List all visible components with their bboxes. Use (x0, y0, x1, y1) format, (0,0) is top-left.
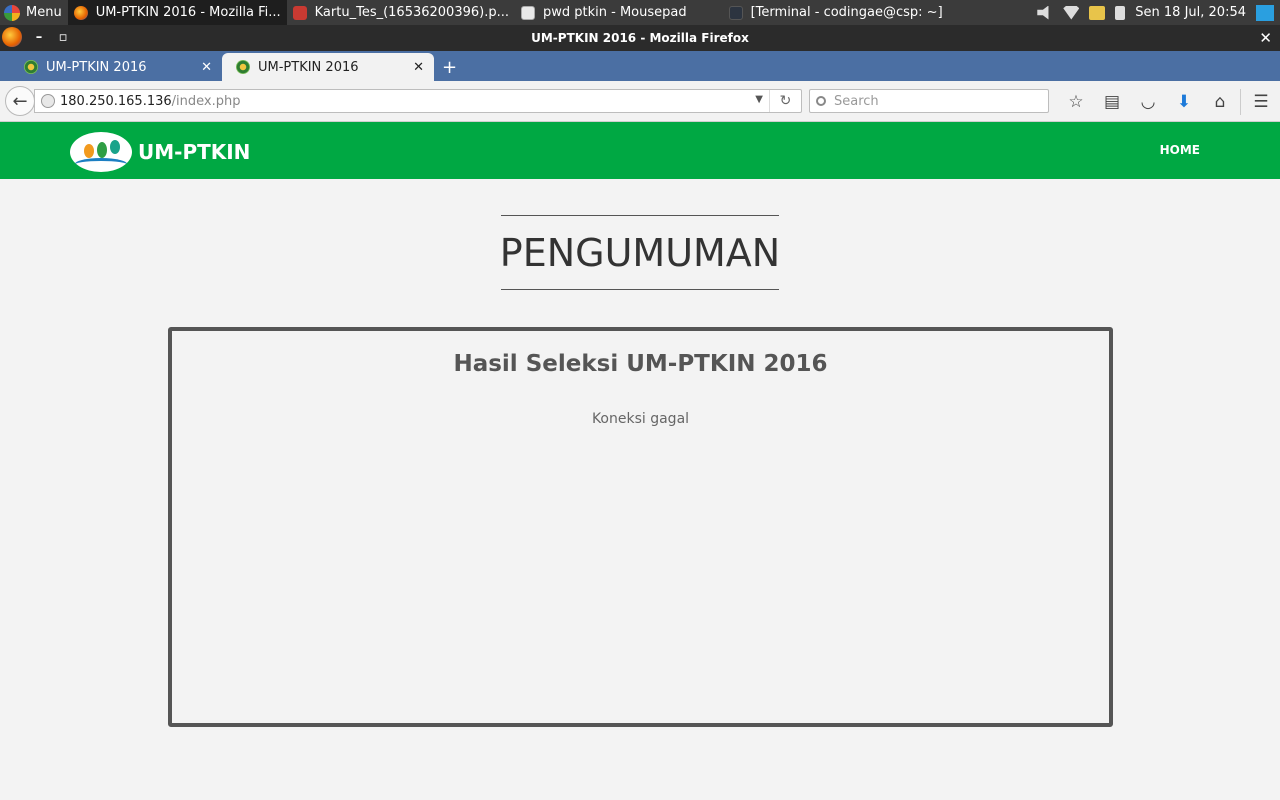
tab-um-ptkin-1[interactable]: UM-PTKIN 2016 ✕ (10, 53, 222, 81)
folder-icon[interactable] (1089, 5, 1106, 20)
minimize-icon[interactable]: – (32, 30, 46, 45)
firefox-icon[interactable] (2, 27, 22, 47)
result-panel: Hasil Seleksi UM-PTKIN 2016 Koneksi gaga… (168, 327, 1113, 727)
reload-icon[interactable]: ↻ (769, 90, 801, 112)
tab-label: UM-PTKIN 2016 (46, 59, 147, 75)
bookmark-star-icon[interactable]: ☆ (1058, 81, 1094, 122)
chevron-down-icon[interactable]: ▼ (755, 94, 763, 105)
site-logo-icon (70, 132, 132, 172)
window-titlebar: – ▫ UM-PTKIN 2016 - Mozilla Firefox ✕ (0, 25, 1280, 51)
maximize-icon[interactable]: ▫ (56, 30, 70, 45)
pdf-icon (292, 5, 307, 20)
search-input[interactable]: Search (809, 89, 1049, 113)
taskbar-item-mousepad[interactable]: pwd ptkin - Mousepad (515, 0, 693, 25)
brand-link[interactable]: UM-PTKIN (70, 132, 250, 172)
globe-icon (41, 94, 55, 108)
system-tray: Sen 18 Jul, 20:54 (1037, 0, 1280, 25)
nav-toolbar: 180.250.165.136/index.php ▼ ↻ ← Search ☆… (0, 81, 1280, 122)
taskbar-item-label: Kartu_Tes_(16536200396).p... (314, 5, 509, 20)
clock[interactable]: Sen 18 Jul, 20:54 (1135, 5, 1246, 20)
firefox-icon (73, 5, 88, 20)
site-header: UM-PTKIN HOME (0, 122, 1280, 179)
brand-name: UM-PTKIN (138, 140, 251, 164)
mousepad-icon (521, 5, 535, 20)
taskbar-item-firefox[interactable]: UM-PTKIN 2016 - Mozilla Fi... (67, 0, 287, 25)
search-placeholder: Search (834, 93, 879, 109)
toolbar-separator (1240, 88, 1241, 115)
taskbar-item-label: pwd ptkin - Mousepad (543, 5, 687, 20)
wifi-icon[interactable] (1063, 5, 1080, 20)
url-bar[interactable]: 180.250.165.136/index.php ▼ ↻ (34, 89, 802, 113)
panel-title: Hasil Seleksi UM-PTKIN 2016 (453, 351, 828, 377)
tab-close-icon[interactable]: ✕ (201, 60, 212, 75)
tab-close-icon[interactable]: ✕ (413, 60, 424, 75)
close-icon[interactable]: ✕ (1259, 29, 1272, 47)
new-tab-icon[interactable]: + (442, 53, 457, 81)
status-message: Koneksi gagal (591, 411, 690, 427)
workspace-icon[interactable] (1256, 4, 1274, 21)
home-icon[interactable]: ⌂ (1202, 81, 1238, 122)
arrow-left-icon: ← (12, 90, 28, 112)
nav-home-link[interactable]: HOME (1160, 143, 1200, 157)
search-icon (816, 96, 826, 106)
menu-label: Menu (26, 5, 62, 20)
taskbar-item-label: UM-PTKIN 2016 - Mozilla Fi... (95, 5, 281, 20)
favicon-icon (236, 60, 250, 74)
tab-um-ptkin-2[interactable]: UM-PTKIN 2016 ✕ (222, 53, 434, 81)
lock-icon[interactable] (1115, 5, 1126, 20)
back-button[interactable]: ← (5, 86, 35, 116)
section-title: PENGUMUMAN (500, 215, 780, 290)
system-menu-button[interactable]: Menu (0, 0, 68, 25)
url-path: /index.php (171, 93, 241, 109)
taskbar-item-pdf[interactable]: Kartu_Tes_(16536200396).p... (287, 0, 515, 25)
terminal-icon (728, 5, 743, 20)
pocket-icon[interactable]: ◡ (1130, 81, 1166, 122)
menu-logo-icon (4, 4, 20, 21)
tab-strip: UM-PTKIN 2016 ✕ UM-PTKIN 2016 ✕ + (0, 51, 1280, 81)
reading-list-icon[interactable]: ▤ (1094, 81, 1130, 122)
window-title: UM-PTKIN 2016 - Mozilla Firefox (531, 31, 749, 45)
taskbar-item-terminal[interactable]: [Terminal - codingae@csp: ~] (723, 0, 949, 25)
favicon-icon (24, 60, 38, 74)
url-host: 180.250.165.136 (60, 93, 172, 109)
download-icon[interactable]: ⬇ (1166, 81, 1202, 122)
system-panel: Menu UM-PTKIN 2016 - Mozilla Fi... Kartu… (0, 0, 1280, 25)
hamburger-menu-icon[interactable]: ☰ (1243, 81, 1279, 122)
volume-icon[interactable] (1037, 5, 1049, 20)
tab-label: UM-PTKIN 2016 (258, 59, 359, 75)
taskbar-item-label: [Terminal - codingae@csp: ~] (750, 5, 943, 20)
